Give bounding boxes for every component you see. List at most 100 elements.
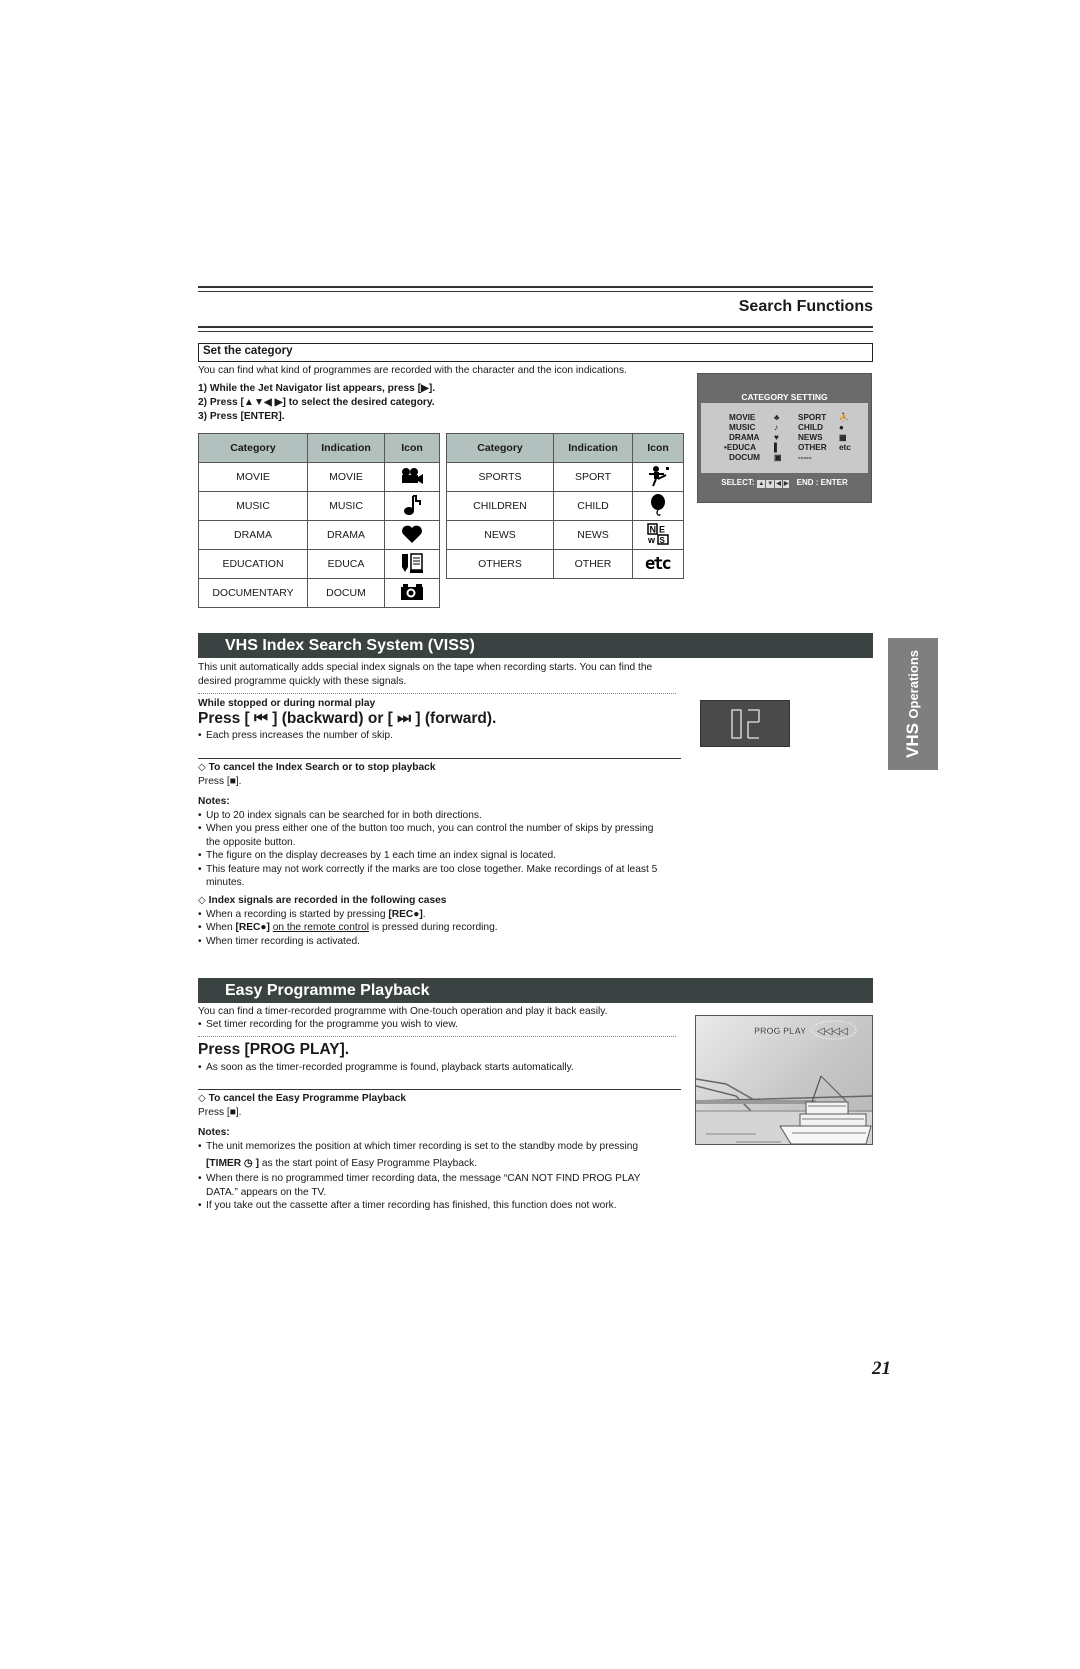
cell-category: MUSIC <box>198 491 308 521</box>
index-case: • When timer recording is activated. <box>198 936 361 947</box>
vhs-operations-tab[interactable]: VHS Operations <box>888 638 938 770</box>
easy-cancel-heading: ◇ To cancel the Easy Programme Playback <box>198 1093 407 1104</box>
cell-indication: NEWS <box>553 520 633 550</box>
osd-left-icons: ♣ ♪ ♥ ▌ ▣ <box>774 413 782 463</box>
easy-notes-heading: Notes: <box>198 1127 230 1138</box>
easy-cancel-text: Press [■]. <box>198 1107 242 1118</box>
easy-note: • When there is no programmed timer recor… <box>198 1173 641 1184</box>
col-header-icon: Icon <box>384 433 440 463</box>
cell-category: NEWS <box>446 520 554 550</box>
display-digits <box>731 709 760 739</box>
viss-note-cont: minutes. <box>206 877 245 888</box>
side-tab-big: VHS <box>903 723 922 759</box>
cell-category: MOVIE <box>198 462 308 492</box>
svg-text:etc: etc <box>645 554 670 574</box>
osd-item: CHILD <box>798 423 824 432</box>
osd-end-label: END : ENTER <box>796 478 848 487</box>
page-number: 21 <box>872 1358 891 1379</box>
col-header-indication: Indication <box>553 433 633 463</box>
viss-cancel-heading: ◇ To cancel the Index Search or to stop … <box>198 762 436 773</box>
category-table-left: Category Indication Icon MOVIE MOVIE MUS… <box>198 433 440 608</box>
viss-notes-heading: Notes: <box>198 796 230 807</box>
right-key-icon: ▶ <box>782 480 790 488</box>
cell-indication: DOCUM <box>307 578 385 608</box>
easy-section-title: Easy Programme Playback <box>198 978 873 1003</box>
page-title: Search Functions <box>738 298 873 315</box>
viss-press-note: • Each press increases the number of skip… <box>198 730 393 741</box>
cell-category: EDUCATION <box>198 549 308 579</box>
cell-indication: EDUCA <box>307 549 385 579</box>
easy-note-cont: DATA.” appears on the TV. <box>206 1187 327 1198</box>
diamond-icon: ◇ <box>198 762 209 773</box>
table-row: EDUCATION EDUCA <box>198 549 440 579</box>
down-key-icon: ▼ <box>766 480 775 488</box>
music-note-icon <box>403 494 421 519</box>
camera-icon: ▣ <box>774 453 782 462</box>
table-row: CHILDREN CHILD <box>446 491 684 521</box>
balloon-icon <box>649 493 667 520</box>
cell-category: CHILDREN <box>446 491 554 521</box>
table-row: DRAMA DRAMA <box>198 520 440 550</box>
table-row: MOVIE MOVIE <box>198 462 440 492</box>
viss-intro-line-1: This unit automatically adds special ind… <box>198 662 653 673</box>
easy-press-note: • As soon as the timer-recorded programme… <box>198 1062 574 1073</box>
cell-category: OTHERS <box>446 549 554 579</box>
osd-right-column: SPORT CHILD NEWS OTHER ----- <box>798 413 827 463</box>
osd-item-empty: ----- <box>798 453 812 462</box>
header-rule-bottom <box>198 326 873 332</box>
easy-note: • If you take out the cassette after a ti… <box>198 1200 617 1211</box>
tv-label: PROG PLAY <box>754 1026 806 1036</box>
category-table-right: Category Indication Icon SPORTS SPORT CH… <box>446 433 684 579</box>
step-1: 1) While the Jet Navigator list appears,… <box>198 383 436 394</box>
osd-select-label: SELECT: <box>721 478 755 487</box>
kicking-player-icon <box>646 465 670 490</box>
cell-indication: MOVIE <box>307 462 385 492</box>
etc-icon: etc <box>645 552 672 577</box>
cell-indication: SPORT <box>553 462 633 492</box>
rewind-indicator: ◁◁◁◁ <box>817 1026 848 1037</box>
music-note-icon: ♪ <box>774 423 779 432</box>
harbor-boat-illustration: PROG PLAY ◁◁◁◁ <box>696 1020 872 1144</box>
step-2: 2) Press [▲▼◀ ▶] to select the desired c… <box>198 397 435 408</box>
index-case: • When a recording is started by pressing… <box>198 909 426 920</box>
osd-left-column: MOVIE MUSIC DRAMA •EDUCA DOCUM <box>724 413 760 463</box>
viss-press-instruction: Press [ ⏮ ] (backward) or [ ⏭ ] (forward… <box>198 710 497 727</box>
col-header-category: Category <box>446 433 554 463</box>
pencil-book-icon: ▌ <box>774 443 780 452</box>
cell-indication: CHILD <box>553 491 633 521</box>
index-case: • When [REC●] on the remote control is pr… <box>198 922 498 933</box>
table-row: SPORTS SPORT <box>446 462 684 492</box>
skip-counter-display: 02 <box>700 700 790 747</box>
osd-item: DRAMA <box>729 433 760 442</box>
header-rule-top <box>198 286 873 292</box>
kicking-player-icon: ⛹ <box>839 413 850 422</box>
solid-divider <box>198 758 681 759</box>
cell-indication: OTHER <box>553 549 633 579</box>
prog-play-tv-screen: PROG PLAY ◁◁◁◁ <box>695 1015 873 1145</box>
osd-item: NEWS <box>798 433 823 442</box>
viss-note: • When you press either one of the button… <box>198 823 654 834</box>
viss-note: • The figure on the display decreases by … <box>198 850 556 861</box>
osd-footer: SELECT: ▲ ▼ ◀ ▶ END : ENTER <box>698 478 871 488</box>
side-tab-small: Operations <box>906 649 921 719</box>
viss-note: • Up to 20 index signals can be searched … <box>198 810 482 821</box>
osd-item: SPORT <box>798 413 827 422</box>
dotted-divider <box>198 693 676 694</box>
easy-note: • The unit memorizes the position at whic… <box>198 1141 639 1152</box>
diamond-icon: ◇ <box>198 1093 209 1104</box>
viss-note-cont: the opposite button. <box>206 837 296 848</box>
osd-item-selected: •EDUCA <box>724 443 756 452</box>
viss-note: • This feature may not work correctly if … <box>198 864 658 875</box>
osd-item: DOCUM <box>729 453 760 462</box>
up-key-icon: ▲ <box>757 480 766 488</box>
osd-item: MUSIC <box>729 423 756 432</box>
heart-icon <box>401 524 423 547</box>
cell-category: DRAMA <box>198 520 308 550</box>
osd-body: MOVIE MUSIC DRAMA •EDUCA DOCUM ♣ ♪ ♥ ▌ ▣… <box>701 403 868 473</box>
step-3: 3) Press [ENTER]. <box>198 411 285 422</box>
easy-press-instruction: Press [PROG PLAY]. <box>198 1041 350 1058</box>
etc-icon: etc <box>839 443 851 452</box>
news-icon: NEwS <box>647 522 669 548</box>
solid-divider <box>198 1089 681 1090</box>
table-row: OTHERS OTHER etc <box>446 549 684 579</box>
